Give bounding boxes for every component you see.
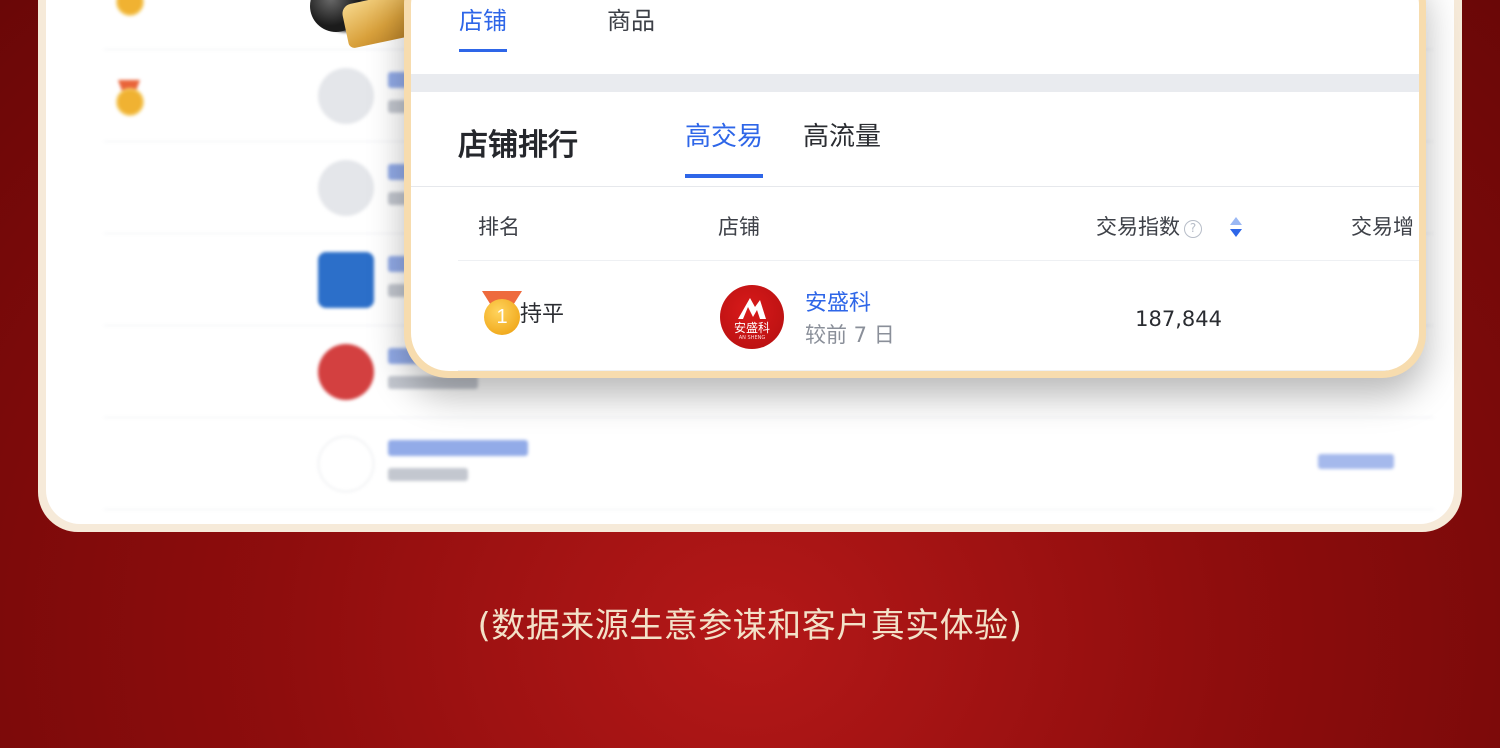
shop-compare-text: 较前 7 日 bbox=[805, 323, 895, 347]
data-source-caption: (数据来源生意参谋和客户真实体验) bbox=[477, 606, 1023, 646]
ranking-panel: 店铺 商品 店铺排行 高交易 高流量 排名 店铺 交易指数? 交易增 1 持平 … bbox=[404, 0, 1426, 378]
column-rank: 排名 bbox=[478, 215, 520, 239]
sort-down-icon bbox=[1230, 229, 1242, 237]
avatar bbox=[318, 160, 374, 216]
shop-logo-text: 安盛科 bbox=[733, 321, 770, 335]
table-row[interactable]: 1 持平 安盛科 AN SHENG 安盛科 较前 7 日 187,844 bbox=[458, 261, 1419, 371]
tab-product[interactable]: 商品 bbox=[607, 7, 655, 49]
medal-icon bbox=[116, 0, 144, 16]
tab-high-transaction[interactable]: 高交易 bbox=[685, 122, 764, 178]
sort-up-icon bbox=[1230, 217, 1242, 225]
gold-medal-icon: 1 bbox=[480, 291, 522, 339]
avatar bbox=[318, 344, 374, 400]
avatar bbox=[318, 436, 374, 492]
rank-number: 1 bbox=[484, 299, 520, 335]
trade-index-value: 187,844 bbox=[1135, 307, 1222, 331]
divider bbox=[411, 74, 1419, 92]
column-trade-growth: 交易增 bbox=[1351, 215, 1414, 239]
tab-shop[interactable]: 店铺 bbox=[459, 7, 507, 52]
column-trade-index[interactable]: 交易指数? bbox=[1096, 211, 1202, 241]
shop-logo-mark-icon bbox=[738, 298, 766, 319]
avatar bbox=[318, 68, 374, 124]
tab-high-traffic[interactable]: 高流量 bbox=[803, 122, 881, 174]
table-header: 排名 店铺 交易指数? 交易增 bbox=[458, 187, 1419, 261]
top-tabs: 店铺 商品 bbox=[411, 7, 1419, 67]
shop-sub-placeholder bbox=[388, 468, 468, 481]
shop-name-placeholder bbox=[388, 440, 528, 456]
sort-caret-icon[interactable] bbox=[1230, 217, 1242, 239]
ranking-panel-body: 店铺 商品 店铺排行 高交易 高流量 排名 店铺 交易指数? 交易增 1 持平 … bbox=[411, 0, 1419, 371]
bg-row bbox=[104, 418, 1434, 510]
shop-logo-subtext: AN SHENG bbox=[738, 335, 766, 341]
avatar bbox=[318, 252, 374, 308]
shop-name-link[interactable]: 安盛科 bbox=[805, 285, 871, 317]
rank-change: 持平 bbox=[520, 302, 565, 327]
column-trade-index-label: 交易指数 bbox=[1096, 215, 1180, 239]
section-header: 店铺排行 高交易 高流量 bbox=[411, 92, 1419, 187]
section-title: 店铺排行 bbox=[458, 128, 578, 163]
shop-logo: 安盛科 AN SHENG bbox=[720, 285, 784, 349]
question-circle-icon[interactable]: ? bbox=[1184, 220, 1202, 238]
column-shop: 店铺 bbox=[718, 215, 760, 239]
medal-icon bbox=[116, 88, 144, 116]
analysis-link-placeholder bbox=[1318, 454, 1394, 469]
